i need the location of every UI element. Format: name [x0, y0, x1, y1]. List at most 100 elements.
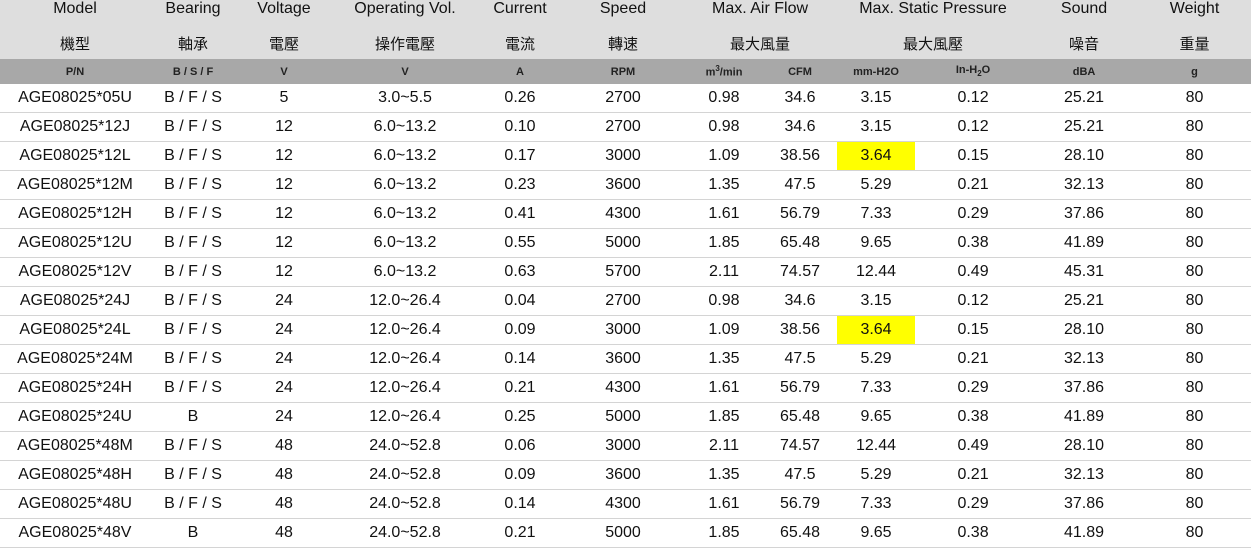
table-row: AGE08025*24M B / F / S 24 12.0~26.4 0.14 3600…	[0, 344, 1251, 374]
header-bearing-zh: 軸承	[150, 28, 236, 59]
header-sound: Sound	[1030, 0, 1139, 28]
cell-pressure-mmh2o: 12.44	[836, 431, 917, 461]
cell-bearing: B / F / S	[150, 257, 236, 287]
cell-speed: 5000	[562, 228, 684, 258]
unit-weight: g	[1138, 59, 1251, 84]
cell-model: AGE08025*24M	[0, 344, 150, 374]
cell-pressure-mmh2o: 5.29	[836, 460, 917, 490]
cell-air-flow-cfm: 74.57	[764, 431, 837, 461]
cell-operating-voltage: 24.0~52.8	[332, 518, 478, 548]
cell-air-flow-cfm: 38.56	[764, 141, 837, 171]
cell-current: 0.04	[478, 286, 562, 316]
header-current-zh: 電流	[478, 28, 562, 59]
table-row: AGE08025*12V B / F / S 12 6.0~13.2 0.63 5700 2…	[0, 257, 1251, 287]
cell-air-flow-m3min: 0.98	[684, 84, 764, 113]
cell-operating-voltage: 6.0~13.2	[332, 141, 478, 171]
cell-current: 0.21	[478, 373, 562, 403]
cell-operating-voltage: 12.0~26.4	[332, 402, 478, 432]
cell-speed: 3000	[562, 431, 684, 461]
header-operating-voltage: Operating Vol.	[332, 0, 478, 28]
cell-pressure-inh2o: 0.21	[916, 170, 1031, 200]
cell-weight: 80	[1138, 489, 1251, 519]
cell-voltage: 48	[236, 431, 332, 461]
header-sound-zh: 噪音	[1030, 28, 1139, 59]
header-max-static-pressure-zh: 最大風壓	[836, 28, 1031, 59]
value: 9.65	[860, 524, 892, 541]
unit-in-h2o: In-H2O	[916, 59, 1031, 84]
cell-weight: 80	[1138, 112, 1251, 142]
table-row: AGE08025*24L B / F / S 24 12.0~26.4 0.09 3000…	[0, 315, 1251, 345]
cell-model: AGE08025*24U	[0, 402, 150, 432]
value: 5.29	[860, 466, 892, 483]
cell-weight: 80	[1138, 402, 1251, 432]
cell-sound-dba: 32.13	[1030, 344, 1139, 374]
fan-spec-table: Model Bearing Voltage Operating Vol. Cur…	[0, 0, 1251, 548]
cell-voltage: 12	[236, 170, 332, 200]
cell-air-flow-m3min: 1.85	[684, 518, 764, 548]
table-row: AGE08025*24H B / F / S 24 12.0~26.4 0.21 4300…	[0, 373, 1251, 403]
cell-model: AGE08025*48H	[0, 460, 150, 490]
cell-bearing: B / F / S	[150, 460, 236, 490]
cell-air-flow-m3min: 1.85	[684, 228, 764, 258]
cell-air-flow-cfm: 65.48	[764, 228, 837, 258]
cell-air-flow-m3min: 0.98	[684, 286, 764, 316]
table-row: AGE08025*24U B 24 12.0~26.4 0.25 5000 1.85 65.4…	[0, 402, 1251, 432]
cell-weight: 80	[1138, 373, 1251, 403]
cell-air-flow-m3min: 1.61	[684, 199, 764, 229]
cell-speed: 5700	[562, 257, 684, 287]
cell-sound-dba: 28.10	[1030, 141, 1139, 171]
cell-pressure-mmh2o: 9.65	[836, 518, 917, 548]
unit-speed: RPM	[562, 59, 684, 84]
header-speed: Speed	[562, 0, 684, 28]
cell-current: 0.55	[478, 228, 562, 258]
cell-pressure-inh2o: 0.49	[916, 431, 1031, 461]
value: 3.15	[860, 118, 892, 135]
cell-weight: 80	[1138, 84, 1251, 113]
cell-voltage: 24	[236, 373, 332, 403]
unit-current: A	[478, 59, 562, 84]
cell-bearing: B / F / S	[150, 373, 236, 403]
cell-operating-voltage: 12.0~26.4	[332, 315, 478, 345]
cell-operating-voltage: 6.0~13.2	[332, 170, 478, 200]
cell-current: 0.06	[478, 431, 562, 461]
cell-pressure-mmh2o: 9.65	[836, 402, 917, 432]
cell-weight: 80	[1138, 199, 1251, 229]
header-max-air-flow: Max. Air Flow	[684, 0, 837, 28]
cell-air-flow-cfm: 34.6	[764, 84, 837, 113]
header-max-static-pressure: Max. Static Pressure	[836, 0, 1031, 28]
cell-current: 0.14	[478, 344, 562, 374]
cell-pressure-inh2o: 0.29	[916, 373, 1031, 403]
cell-air-flow-cfm: 74.57	[764, 257, 837, 287]
cell-operating-voltage: 6.0~13.2	[332, 199, 478, 229]
cell-bearing: B	[150, 402, 236, 432]
header-row-english: Model Bearing Voltage Operating Vol. Cur…	[0, 0, 1251, 28]
cell-pressure-mmh2o: 3.15	[836, 84, 917, 113]
cell-weight: 80	[1138, 315, 1251, 345]
value: 3.15	[860, 89, 892, 106]
cell-weight: 80	[1138, 431, 1251, 461]
cell-pressure-inh2o: 0.12	[916, 286, 1031, 316]
table-row: AGE08025*12U B / F / S 12 6.0~13.2 0.55 5000 1…	[0, 228, 1251, 258]
cell-pressure-mmh2o: 5.29	[836, 344, 917, 374]
cell-current: 0.63	[478, 257, 562, 287]
unit-mm-h2o: mm-H2O	[836, 59, 917, 84]
header-operating-voltage-zh: 操作電壓	[332, 28, 478, 59]
cell-model: AGE08025*48U	[0, 489, 150, 519]
cell-voltage: 12	[236, 257, 332, 287]
cell-air-flow-m3min: 1.35	[684, 460, 764, 490]
cell-sound-dba: 25.21	[1030, 84, 1139, 113]
value: 9.65	[860, 234, 892, 251]
unit-dba: dBA	[1030, 59, 1139, 84]
cell-speed: 5000	[562, 518, 684, 548]
cell-voltage: 48	[236, 460, 332, 490]
header-current: Current	[478, 0, 562, 28]
cell-weight: 80	[1138, 460, 1251, 490]
table-row: AGE08025*12H B / F / S 12 6.0~13.2 0.41 4300 1…	[0, 199, 1251, 229]
cell-current: 0.21	[478, 518, 562, 548]
cell-air-flow-m3min: 1.85	[684, 402, 764, 432]
cell-operating-voltage: 24.0~52.8	[332, 489, 478, 519]
cell-speed: 4300	[562, 199, 684, 229]
cell-air-flow-m3min: 2.11	[684, 257, 764, 287]
cell-model: AGE08025*24L	[0, 315, 150, 345]
cell-air-flow-cfm: 56.79	[764, 373, 837, 403]
